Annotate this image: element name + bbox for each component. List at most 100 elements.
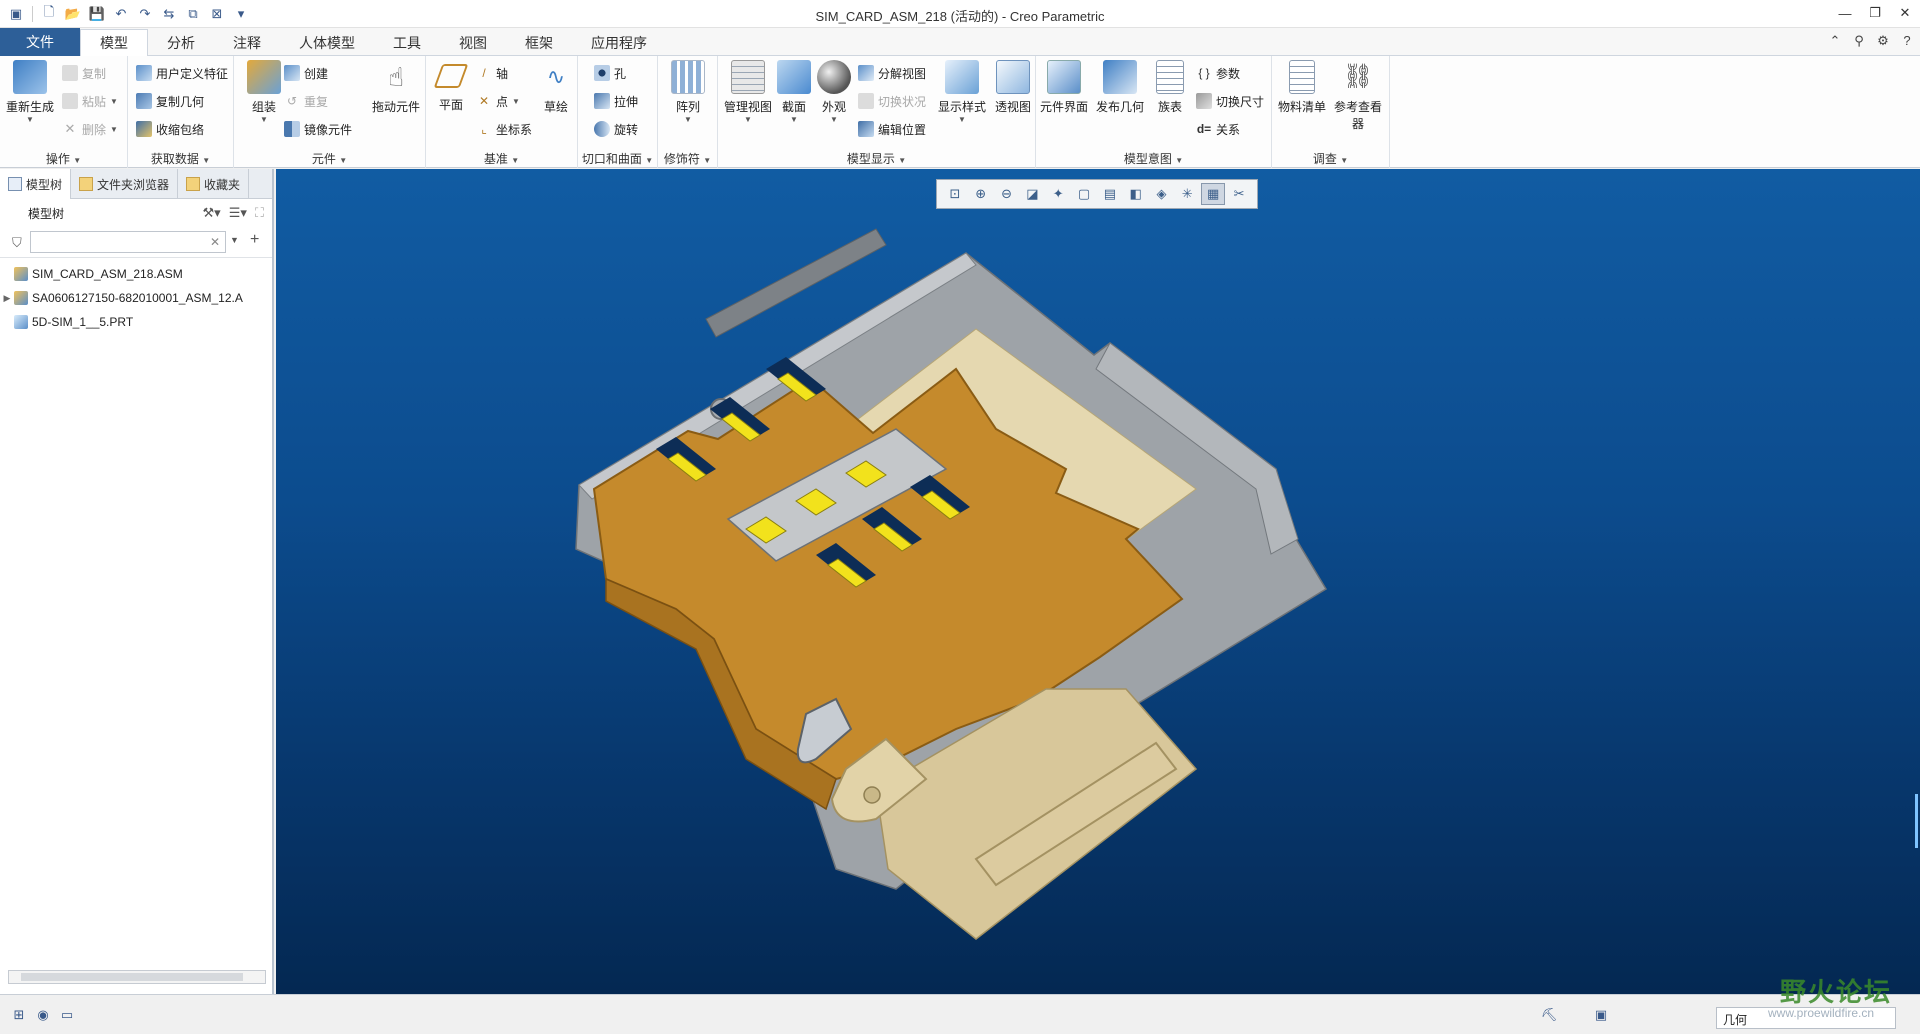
switch-dimensions-button[interactable]: 切换尺寸: [1196, 90, 1264, 112]
sim-card-assembly-model[interactable]: [276, 169, 1920, 994]
paste-button[interactable]: 粘贴 ▼: [62, 90, 118, 112]
copy-button[interactable]: 复制: [62, 62, 106, 84]
tree-search-input[interactable]: [30, 231, 226, 253]
tree-item-part[interactable]: 5D-SIM_1__5.PRT: [0, 310, 272, 334]
filter-icon[interactable]: ⛉: [12, 235, 22, 251]
group-label-get-data[interactable]: 获取数据 ▼: [128, 150, 233, 166]
refit-icon[interactable]: ⊡: [943, 183, 967, 205]
tab-model-tree[interactable]: 模型树: [0, 169, 72, 199]
tab-analysis[interactable]: 分析: [148, 30, 214, 56]
group-label-cut-surface[interactable]: 切口和曲面 ▼: [578, 150, 657, 166]
tab-model[interactable]: 模型: [80, 29, 148, 56]
point-button[interactable]: ✕ 点 ▼: [476, 90, 520, 112]
restore-icon[interactable]: ❐: [1860, 0, 1890, 26]
group-label-model-intent[interactable]: 模型意图 ▼: [1036, 150, 1271, 166]
create-component-button[interactable]: 创建: [284, 62, 328, 84]
tree-columns-icon[interactable]: ☰▾: [229, 205, 247, 221]
delete-button[interactable]: ✕ 删除 ▼: [62, 118, 118, 140]
search-icon[interactable]: ⚲: [1850, 32, 1868, 50]
expand-arrow-icon[interactable]: ▶: [0, 293, 14, 304]
datum-display-icon[interactable]: ◈: [1150, 183, 1174, 205]
view-manager-icon[interactable]: ▤: [1098, 183, 1122, 205]
tab-applications[interactable]: 应用程序: [572, 30, 666, 56]
bom-button[interactable]: 物料清单: [1274, 60, 1330, 115]
spin-center-icon[interactable]: ✦: [1046, 183, 1070, 205]
parameters-button[interactable]: { } 参数: [1196, 62, 1240, 84]
chevron-down-icon[interactable]: ▼: [230, 235, 239, 245]
collapse-ribbon-icon[interactable]: ⌃: [1826, 32, 1844, 50]
plane-button[interactable]: 平面: [426, 60, 476, 113]
display-style-icon[interactable]: ◧: [1124, 183, 1148, 205]
customize-qa-icon[interactable]: ▾: [231, 4, 251, 24]
saved-orientations-icon[interactable]: ▢: [1072, 183, 1096, 205]
relations-button[interactable]: d= 关系: [1196, 118, 1240, 140]
new-file-icon[interactable]: 🗋: [39, 4, 59, 24]
open-folder-icon[interactable]: 📂: [63, 4, 83, 24]
tree-settings-icon[interactable]: ⚒▾: [203, 205, 221, 221]
extrude-button[interactable]: 拉伸: [594, 90, 638, 112]
group-label-operations[interactable]: 操作 ▼: [0, 150, 127, 166]
selection-buffer-icon[interactable]: ▣: [1592, 1007, 1610, 1025]
tab-manikin[interactable]: 人体模型: [280, 30, 374, 56]
horizontal-scrollbar[interactable]: [8, 970, 266, 984]
group-label-model-display[interactable]: 模型显示 ▼: [718, 150, 1035, 166]
help-icon[interactable]: ?: [1898, 32, 1916, 50]
tree-item-root-assembly[interactable]: SIM_CARD_ASM_218.ASM: [0, 262, 272, 286]
find-icon[interactable]: ⛏: [1540, 1007, 1558, 1025]
publish-geometry-button[interactable]: 发布几何: [1092, 60, 1148, 115]
explode-view-button[interactable]: 分解视图: [858, 62, 926, 84]
scrollbar-thumb[interactable]: [21, 973, 243, 981]
minimize-icon[interactable]: —: [1830, 0, 1860, 26]
manage-views-button[interactable]: 管理视图 ▼: [720, 60, 776, 124]
tab-favorites[interactable]: 收藏夹: [178, 169, 250, 199]
csys-button[interactable]: ⌞ 坐标系: [476, 118, 532, 140]
drag-component-button[interactable]: ☝ 拖动元件: [366, 60, 426, 115]
settings-icon[interactable]: ⚙: [1874, 32, 1892, 50]
group-label-investigate[interactable]: 调查 ▼: [1272, 150, 1389, 166]
family-table-button[interactable]: 族表: [1148, 60, 1192, 115]
tree-show-icon[interactable]: ⛶: [255, 205, 264, 221]
close-window-icon[interactable]: ⊠: [207, 4, 227, 24]
app-menu-icon[interactable]: ▣: [6, 4, 26, 24]
mirror-component-button[interactable]: 镜像元件: [284, 118, 352, 140]
tab-folder-browser[interactable]: 文件夹浏览器: [71, 169, 179, 199]
annotation-display-icon[interactable]: ✳: [1175, 183, 1199, 205]
tab-view[interactable]: 视图: [440, 30, 506, 56]
reference-viewer-button[interactable]: ⛓ 参考查看器: [1330, 60, 1386, 132]
repeat-button[interactable]: ↺ 重复: [284, 90, 328, 112]
tab-tools[interactable]: 工具: [374, 30, 440, 56]
display-style-button[interactable]: 显示样式 ▼: [934, 60, 990, 124]
tab-file[interactable]: 文件: [0, 28, 80, 56]
windows-icon[interactable]: ⧉: [183, 4, 203, 24]
group-label-component[interactable]: 元件 ▼: [234, 150, 425, 166]
regenerate-button[interactable]: 重新生成 ▼: [2, 60, 58, 124]
full-screen-icon[interactable]: ▭: [58, 1007, 76, 1025]
axis-button[interactable]: / 轴: [476, 62, 508, 84]
component-interface-button[interactable]: 元件界面: [1036, 60, 1092, 115]
undo-icon[interactable]: ↶: [111, 4, 131, 24]
perspective-button[interactable]: 透视图: [990, 60, 1036, 115]
clear-filter-icon[interactable]: ✕: [210, 235, 220, 249]
graphics-viewport[interactable]: ⊡ ⊕ ⊖ ◪ ✦ ▢ ▤ ◧ ◈ ✳ ▦ ✂: [276, 169, 1920, 994]
tab-framework[interactable]: 框架: [506, 30, 572, 56]
browser-icon[interactable]: ◉: [34, 1007, 52, 1025]
appearance-button[interactable]: 外观 ▼: [814, 60, 854, 124]
perspective-toggle-icon[interactable]: ✂: [1227, 183, 1251, 205]
add-icon[interactable]: +: [250, 231, 259, 249]
sketch-button[interactable]: ∿ 草绘: [534, 60, 578, 115]
section-view-icon[interactable]: ▦: [1201, 183, 1226, 205]
section-button[interactable]: 截面 ▼: [774, 60, 814, 124]
edit-position-button[interactable]: 编辑位置: [858, 118, 926, 140]
toggle-state-button[interactable]: 切换状况: [858, 90, 926, 112]
viewport-scroll-indicator[interactable]: [1914, 794, 1920, 848]
group-label-modifiers[interactable]: 修饰符 ▼: [658, 150, 717, 166]
pattern-button[interactable]: 阵列 ▼: [660, 60, 716, 124]
zoom-in-icon[interactable]: ⊕: [969, 183, 993, 205]
zoom-out-icon[interactable]: ⊖: [995, 183, 1019, 205]
group-label-datum[interactable]: 基准 ▼: [426, 150, 577, 166]
revolve-button[interactable]: 旋转: [594, 118, 638, 140]
tree-item-subassembly[interactable]: ▶ SA0606127150-682010001_ASM_12.A: [0, 286, 272, 310]
tab-annotate[interactable]: 注释: [214, 30, 280, 56]
save-icon[interactable]: 💾: [87, 4, 107, 24]
shrinkwrap-button[interactable]: 收缩包络: [136, 118, 204, 140]
